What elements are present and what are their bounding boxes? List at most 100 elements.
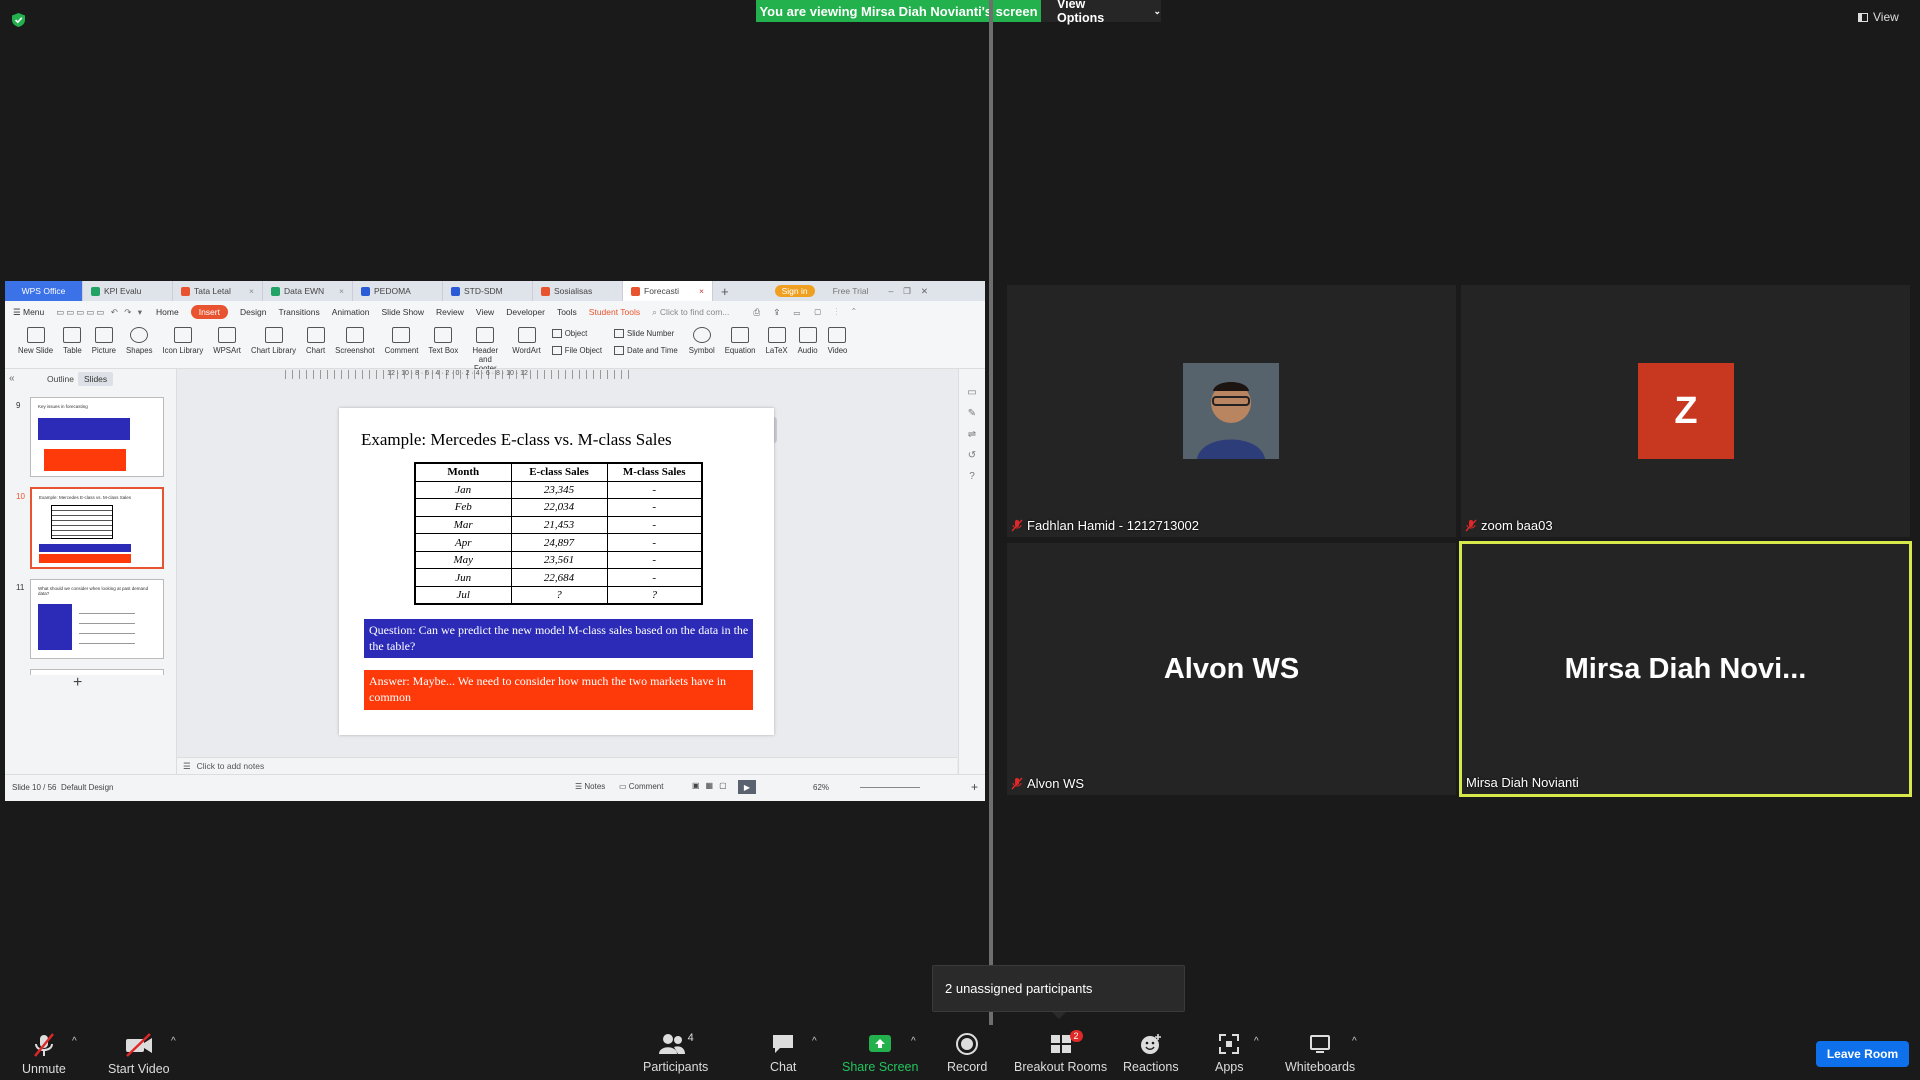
share-screen-button[interactable]: Share Screen — [842, 1032, 918, 1074]
sales-table[interactable]: Month E-class Sales M-class Sales Jan 23,… — [414, 462, 703, 606]
find-command-box[interactable]: ⌕ Click to find com... — [652, 307, 729, 318]
chart-button[interactable]: Chart — [301, 327, 330, 355]
breakout-rooms-button[interactable]: 2 Breakout Rooms — [1014, 1030, 1107, 1074]
slide-thumbnail-9[interactable]: Key issues in forecasting — [30, 397, 164, 477]
menu-button[interactable]: ☰ Menu — [13, 307, 44, 318]
restore-icon[interactable]: ❐ — [903, 286, 911, 297]
play-slideshow-button[interactable]: ▶ — [738, 780, 756, 794]
close-window-icon[interactable]: ✕ — [921, 286, 928, 297]
menu-review[interactable]: Review — [436, 307, 464, 317]
free-trial-button[interactable]: Free Trial — [833, 286, 869, 296]
whiteboards-button[interactable]: Whiteboards — [1285, 1032, 1355, 1074]
menu-design[interactable]: Design — [240, 307, 266, 317]
tab-document[interactable]: PEDOMA — [353, 281, 443, 301]
record-button[interactable]: Record — [947, 1032, 987, 1074]
zoom-level[interactable]: 62% — [813, 783, 829, 792]
add-slide-icon[interactable]: + — [73, 674, 82, 692]
answer-box[interactable]: Answer: Maybe... We need to consider how… — [364, 670, 753, 710]
object-button[interactable]: Object — [551, 329, 602, 338]
unassigned-participants-popup[interactable]: 2 unassigned participants — [932, 965, 1185, 1012]
apps-options-caret[interactable]: ^ — [1254, 1036, 1259, 1047]
audio-button[interactable]: Audio — [793, 327, 823, 355]
menu-insert[interactable]: Insert — [190, 305, 228, 319]
menu-student-tools[interactable]: Student Tools — [589, 307, 640, 317]
menu-transitions[interactable]: Transitions — [278, 307, 319, 317]
question-box[interactable]: Question: Can we predict the new model M… — [364, 619, 753, 658]
participant-tile[interactable]: Fadhlan Hamid - 1212713002 — [1007, 285, 1456, 537]
tab-outline[interactable]: Outline — [47, 374, 74, 384]
zoom-in-icon[interactable]: + — [971, 780, 978, 794]
tab-slides[interactable]: Slides — [78, 372, 114, 386]
close-icon[interactable]: × — [339, 286, 344, 296]
menu-tools[interactable]: Tools — [557, 307, 577, 317]
tab-document[interactable]: KPI Evalu — [83, 281, 173, 301]
minimize-icon[interactable]: – — [889, 286, 894, 296]
slide-number-button[interactable]: Slide Number — [614, 329, 678, 338]
picture-button[interactable]: Picture — [87, 327, 121, 355]
current-slide[interactable]: Example: Mercedes E-class vs. M-class Sa… — [339, 408, 774, 735]
chat-options-caret[interactable]: ^ — [812, 1036, 817, 1047]
view-mode-icons[interactable]: ▣▦▢ — [692, 781, 733, 790]
audio-options-caret[interactable]: ^ — [72, 1036, 77, 1047]
participant-tile-active-speaker[interactable]: Mirsa Diah Novi... Mirsa Diah Novianti — [1459, 541, 1912, 797]
wordart-button[interactable]: WordArt — [507, 327, 545, 355]
quick-access-icons[interactable]: ▭▭▭▭▭ ↶ ↷ ▾ — [56, 307, 144, 318]
menu-animation[interactable]: Animation — [332, 307, 370, 317]
unmute-button[interactable]: Unmute — [22, 1032, 66, 1076]
table-button[interactable]: Table — [58, 327, 87, 355]
leave-room-button[interactable]: Leave Room — [1816, 1041, 1909, 1067]
chart-library-button[interactable]: Chart Library — [246, 327, 301, 355]
apps-button[interactable]: Apps — [1215, 1032, 1244, 1074]
sign-in-button[interactable]: Sign in — [774, 285, 815, 297]
reactions-button[interactable]: Reactions — [1123, 1032, 1179, 1074]
new-slide-button[interactable]: New Slide — [13, 327, 58, 355]
menu-home[interactable]: Home — [156, 307, 179, 317]
toolbar-right-icons[interactable]: ⎙ ⇪ ▭ ▢ ⋮ ⌃ — [753, 307, 862, 318]
video-options-caret[interactable]: ^ — [171, 1036, 176, 1047]
tab-document[interactable]: Sosialisas — [533, 281, 623, 301]
view-button[interactable]: View — [1858, 10, 1899, 24]
participant-tile[interactable]: Z zoom baa03 — [1461, 285, 1910, 537]
view-options-button[interactable]: View Options ⌄ — [1041, 0, 1161, 25]
slide-thumbnail-10[interactable]: Example: Mercedes E-class vs. M-class Sa… — [30, 487, 164, 569]
security-shield-icon[interactable] — [12, 13, 25, 27]
close-icon[interactable]: × — [699, 286, 704, 296]
slide-thumbnail-11[interactable]: What should we consider when looking at … — [30, 579, 164, 659]
share-options-caret[interactable]: ^ — [911, 1036, 916, 1047]
file-object-button[interactable]: File Object — [551, 346, 602, 355]
zoom-slider[interactable] — [860, 787, 920, 788]
icon-library-button[interactable]: Icon Library — [157, 327, 208, 355]
whiteboards-options-caret[interactable]: ^ — [1352, 1036, 1357, 1047]
header-footer-button[interactable]: Header and Footer — [463, 327, 507, 373]
shapes-button[interactable]: Shapes — [121, 327, 157, 355]
tab-document[interactable]: Data EWN × — [263, 281, 353, 301]
participants-button[interactable]: 4 Participants — [643, 1032, 708, 1074]
tab-document-active[interactable]: Forecasti × — [623, 281, 713, 301]
close-icon[interactable]: × — [249, 286, 254, 296]
chat-button[interactable]: Chat — [770, 1032, 796, 1074]
start-video-button[interactable]: Start Video — [108, 1032, 170, 1076]
menu-developer[interactable]: Developer — [506, 307, 545, 317]
slide-title[interactable]: Example: Mercedes E-class vs. M-class Sa… — [361, 430, 672, 450]
video-button[interactable]: Video — [823, 327, 853, 355]
tab-document[interactable]: Tata Letal × — [173, 281, 263, 301]
new-tab-icon[interactable]: + — [721, 284, 729, 299]
notes-toggle[interactable]: ☰ Notes — [575, 782, 605, 791]
text-box-button[interactable]: Text Box — [423, 327, 463, 355]
tab-document[interactable]: STD-SDM — [443, 281, 533, 301]
latex-button[interactable]: LaTeX — [761, 327, 793, 355]
task-pane-icons[interactable]: ▭ ✎ ⇌ ↺? — [959, 369, 985, 482]
collapse-panel-icon[interactable]: « — [9, 373, 15, 384]
participant-tile[interactable]: Alvon WS Alvon WS — [1007, 543, 1456, 795]
notes-pane[interactable]: ☰ Click to add notes — [177, 757, 957, 774]
wpsart-button[interactable]: WPSArt — [208, 327, 246, 355]
date-time-button[interactable]: Date and Time — [614, 346, 678, 355]
equation-button[interactable]: Equation — [720, 327, 761, 355]
symbol-button[interactable]: Symbol — [684, 327, 720, 355]
comment-toggle[interactable]: ▭ Comment — [619, 782, 663, 791]
screenshot-button[interactable]: Screenshot — [330, 327, 379, 355]
menu-view[interactable]: View — [476, 307, 494, 317]
tab-wps-office[interactable]: WPS Office — [5, 281, 83, 301]
menu-slide-show[interactable]: Slide Show — [382, 307, 425, 317]
slide-thumbnail-12[interactable] — [30, 669, 164, 675]
